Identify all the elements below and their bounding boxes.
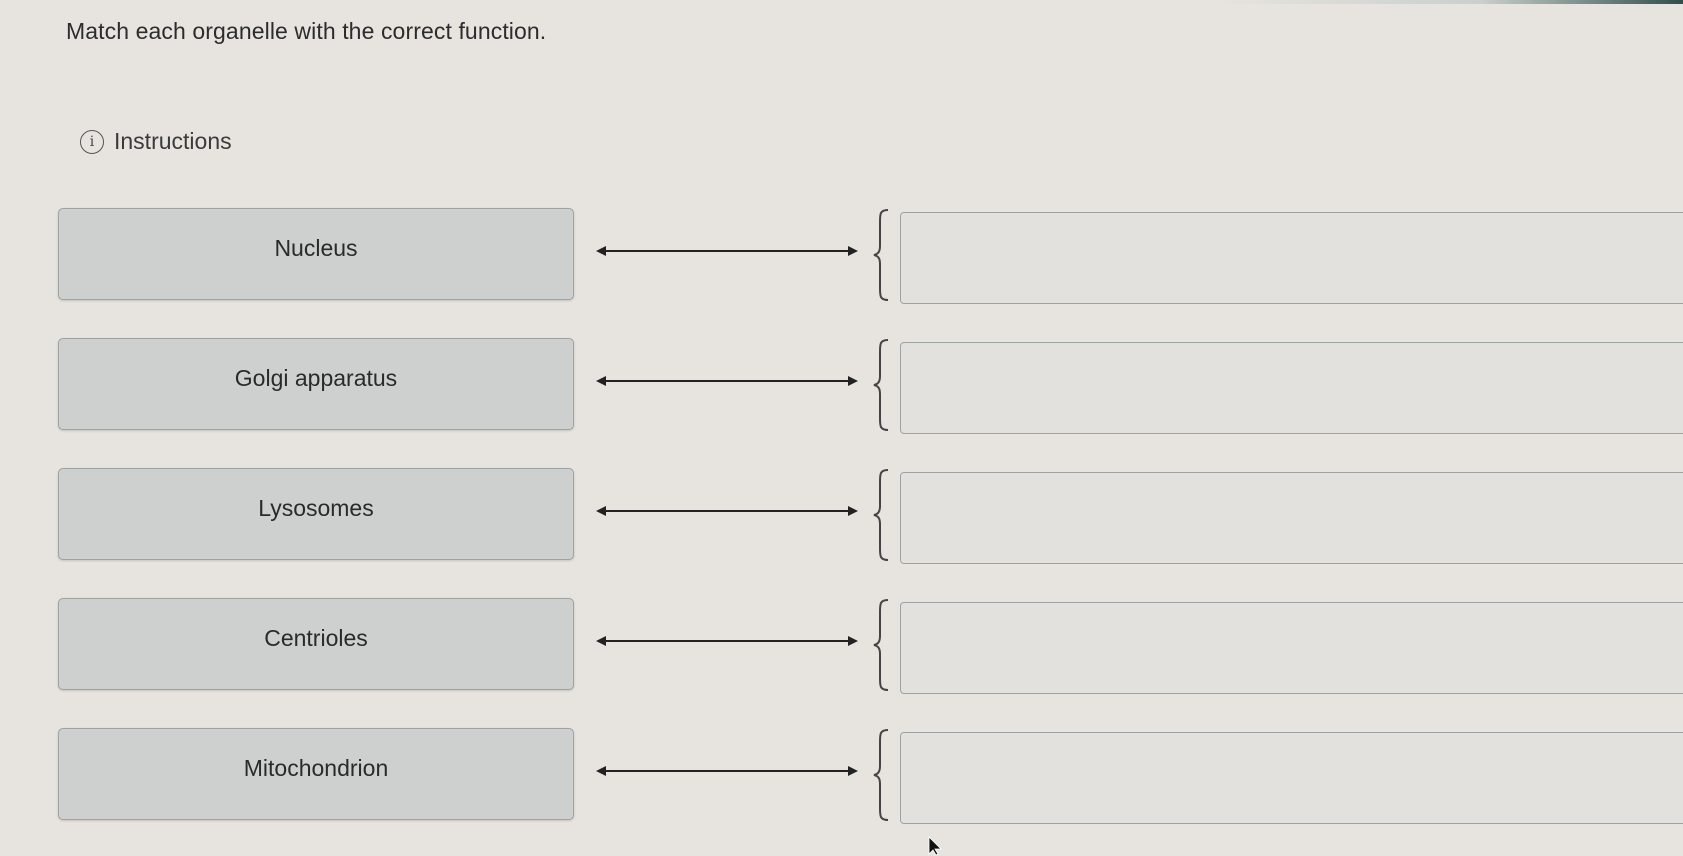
term-card-centrioles[interactable]: Centrioles xyxy=(58,598,574,690)
double-arrow-icon xyxy=(596,246,858,256)
brace-icon xyxy=(873,209,889,301)
match-row: Golgi apparatus xyxy=(0,330,1683,434)
drop-target-centrioles[interactable] xyxy=(900,602,1683,694)
double-arrow-icon xyxy=(596,376,858,386)
term-card-golgi-apparatus[interactable]: Golgi apparatus xyxy=(58,338,574,430)
match-row: Mitochondrion xyxy=(0,720,1683,824)
drop-target-golgi-apparatus[interactable] xyxy=(900,342,1683,434)
mouse-pointer-icon xyxy=(928,836,942,856)
instructions-toggle[interactable]: i Instructions xyxy=(80,128,232,155)
drop-target-lysosomes[interactable] xyxy=(900,472,1683,564)
top-accent-bar xyxy=(0,0,1683,4)
brace-icon xyxy=(873,729,889,821)
brace-icon xyxy=(873,599,889,691)
instructions-label: Instructions xyxy=(114,128,232,154)
term-card-lysosomes[interactable]: Lysosomes xyxy=(58,468,574,560)
term-card-mitochondrion[interactable]: Mitochondrion xyxy=(58,728,574,820)
brace-icon xyxy=(873,469,889,561)
question-prompt: Match each organelle with the correct fu… xyxy=(66,18,547,44)
match-row: Centrioles xyxy=(0,590,1683,694)
double-arrow-icon xyxy=(596,766,858,776)
double-arrow-icon xyxy=(596,506,858,516)
match-row: Lysosomes xyxy=(0,460,1683,564)
match-row: Nucleus xyxy=(0,200,1683,304)
info-icon: i xyxy=(80,129,104,154)
term-card-nucleus[interactable]: Nucleus xyxy=(58,208,574,300)
drop-target-nucleus[interactable] xyxy=(900,212,1683,304)
brace-icon xyxy=(873,339,889,431)
drop-target-mitochondrion[interactable] xyxy=(900,732,1683,824)
double-arrow-icon xyxy=(596,636,858,646)
